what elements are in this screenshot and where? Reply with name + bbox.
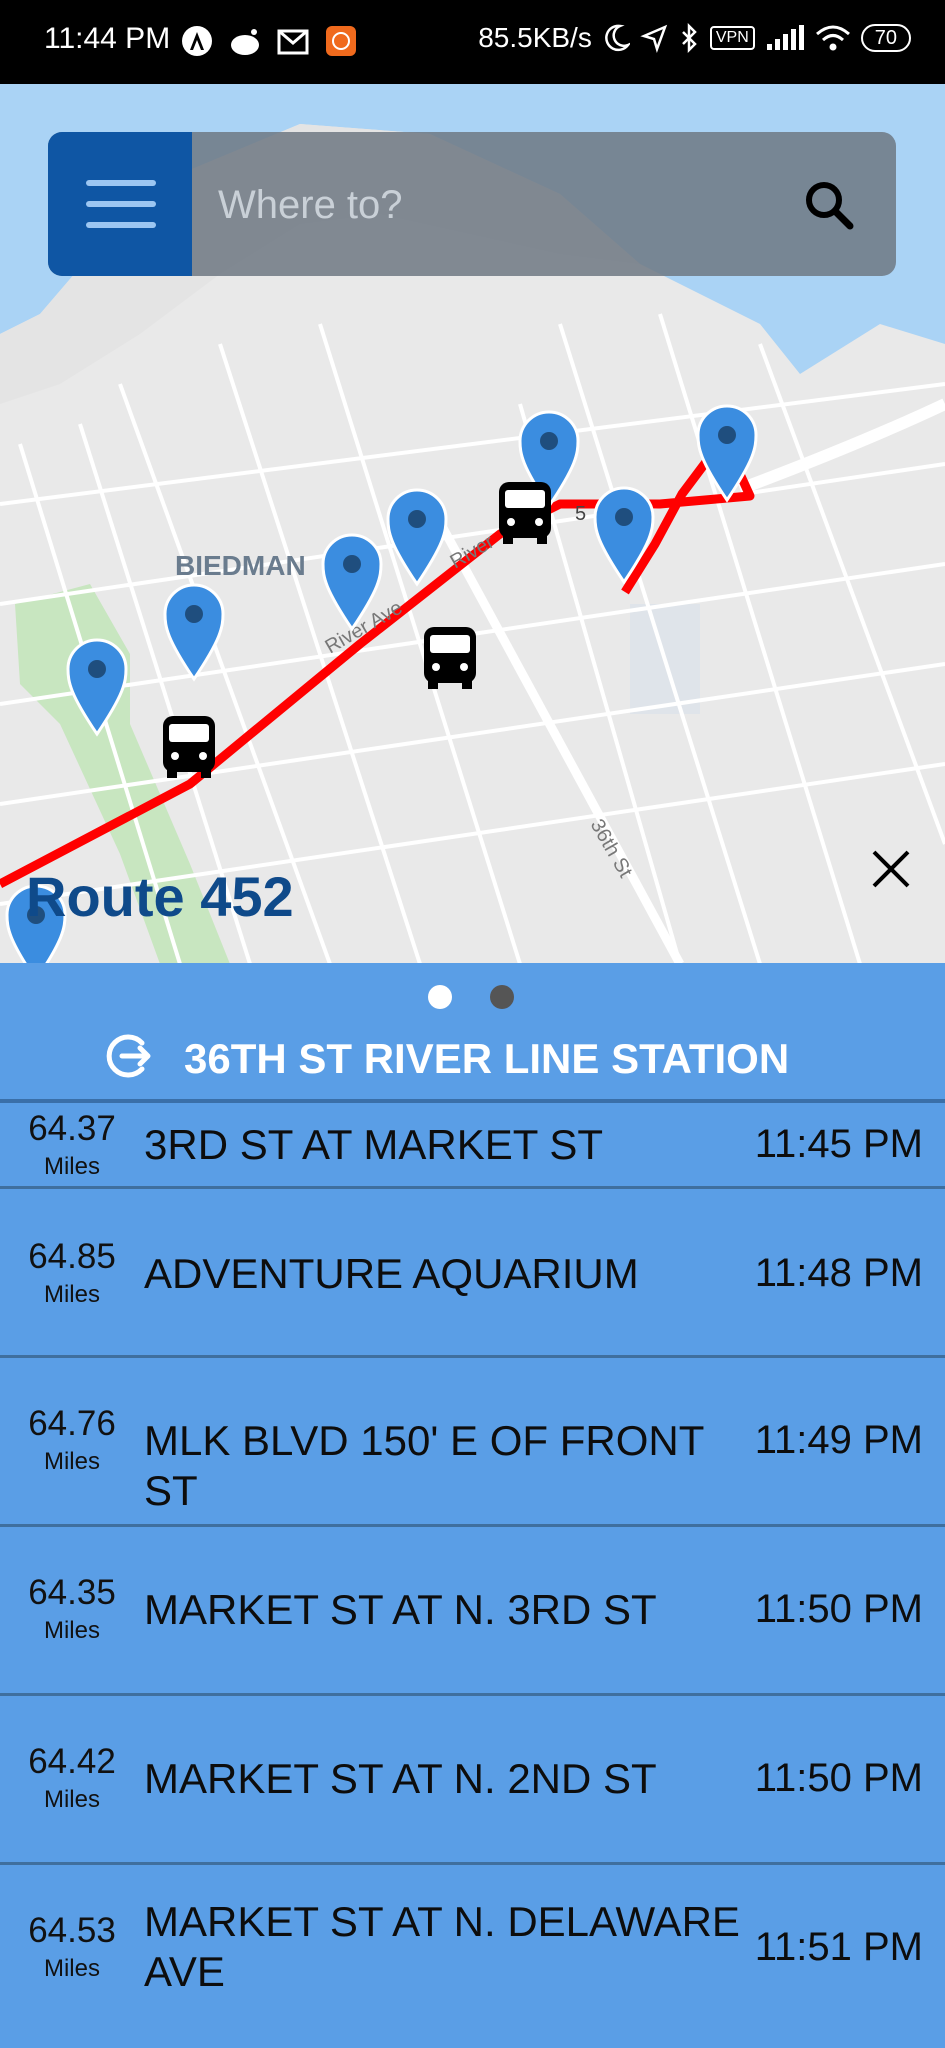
stop-time: 11:50 PM — [754, 1587, 923, 1631]
stop-name: MLK BLVD 150' E OF FRONT ST — [144, 1417, 704, 1514]
stop-time: 11:49 PM — [754, 1418, 923, 1462]
station-header: 36TH ST RIVER LINE STATION — [0, 1021, 945, 1101]
stop-distance-value: 64.85 — [28, 1237, 116, 1276]
stop-distance: 64.35 Miles — [0, 1573, 144, 1645]
list-item[interactable]: 64.42 Miles MARKET ST AT N. 2ND ST 11:50… — [0, 1696, 945, 1865]
stop-time: 11:50 PM — [754, 1756, 923, 1800]
battery-level: 70 — [874, 27, 897, 49]
stop-name: MARKET ST AT N. 2ND ST — [144, 1755, 657, 1802]
status-time: 11:44 PM — [44, 22, 171, 55]
list-item[interactable]: 64.76 Miles MLK BLVD 150' E OF FRONT ST … — [0, 1358, 945, 1527]
map-label-biedman: BIEDMAN — [175, 550, 306, 581]
stop-name: ADVENTURE AQUARIUM — [144, 1250, 639, 1297]
stop-distance-unit: Miles — [43, 1786, 100, 1813]
stop-time: 11:45 PM — [754, 1122, 923, 1166]
reddit-icon — [231, 29, 259, 55]
vpn-badge: VPN — [709, 26, 755, 50]
page-indicator — [0, 985, 945, 1015]
stop-distance-unit: Miles — [43, 1448, 100, 1475]
stop-name: MARKET ST AT N. 3RD ST — [144, 1586, 657, 1633]
page-dot-active[interactable] — [428, 985, 452, 1009]
list-item[interactable]: 64.35 Miles MARKET ST AT N. 3RD ST 11:50… — [0, 1527, 945, 1696]
mail-icon — [277, 29, 309, 55]
search-bar — [48, 132, 896, 276]
app-notification-icon — [182, 26, 212, 56]
route-title: Route 452 — [26, 865, 294, 928]
stop-distance: 64.53 Miles — [0, 1911, 144, 1983]
map-label-number: 5 — [575, 503, 586, 525]
road-main — [737, 398, 945, 495]
stop-distance-unit: Miles — [43, 1955, 100, 1982]
station-name: 36TH ST RIVER LINE STATION — [184, 1035, 790, 1082]
moon-icon — [604, 24, 630, 52]
stop-distance: 64.42 Miles — [0, 1742, 144, 1814]
status-right: 85.5KB/s VPN 70 — [478, 22, 911, 54]
app-orange-icon — [326, 26, 356, 56]
network-speed: 85.5KB/s — [478, 22, 592, 53]
bluetooth-icon — [681, 23, 697, 53]
stop-distance-unit: Miles — [43, 1281, 100, 1308]
stop-distance: 64.76 Miles — [0, 1404, 144, 1476]
stop-distance-value: 64.76 — [28, 1404, 116, 1443]
stop-distance-value: 64.53 — [28, 1911, 116, 1950]
status-bar: 11:44 PM 85.5KB/s VPN 70 — [0, 0, 945, 84]
stop-distance: 64.37 Miles — [0, 1109, 144, 1181]
page-dot[interactable] — [490, 985, 514, 1009]
bus-icon[interactable] — [163, 716, 215, 778]
stop-name: 3RD ST AT MARKET ST — [144, 1121, 604, 1168]
search-input[interactable] — [216, 172, 820, 238]
bus-icon[interactable] — [499, 482, 551, 544]
close-icon[interactable] — [868, 846, 914, 892]
stop-distance-unit: Miles — [43, 1617, 100, 1644]
notification-icons — [180, 24, 358, 58]
battery-indicator: 70 — [860, 24, 911, 52]
location-arrow-icon — [640, 24, 668, 53]
stop-distance: 64.85 Miles — [0, 1237, 144, 1309]
search-icon[interactable] — [802, 178, 856, 232]
stops-panel: 36TH ST RIVER LINE STATION 64.37 Miles 3… — [0, 963, 945, 2048]
hamburger-icon-line — [86, 222, 156, 228]
stop-pin[interactable] — [163, 583, 225, 682]
bus-icon[interactable] — [424, 627, 476, 689]
signal-icon — [766, 25, 804, 50]
stop-distance-value: 64.37 — [28, 1109, 116, 1148]
list-item[interactable]: 64.53 Miles MARKET ST AT N. DELAWARE AVE… — [0, 1865, 945, 2031]
stop-distance-value: 64.42 — [28, 1742, 116, 1781]
hamburger-icon-line — [86, 180, 156, 186]
map-label-36th-st: 36th St — [586, 816, 637, 882]
list-item[interactable]: 64.37 Miles 3RD ST AT MARKET ST 11:45 PM — [0, 1103, 945, 1189]
stop-time: 11:48 PM — [754, 1251, 923, 1295]
stop-distance-value: 64.35 — [28, 1573, 116, 1612]
stop-name: MARKET ST AT N. DELAWARE AVE — [144, 1898, 740, 1995]
exit-icon — [106, 1034, 151, 1078]
list-item[interactable]: 64.85 Miles ADVENTURE AQUARIUM 11:48 PM — [0, 1189, 945, 1358]
stop-distance-unit: Miles — [43, 1153, 100, 1180]
stop-time: 11:51 PM — [754, 1925, 923, 1969]
wifi-icon — [815, 25, 850, 51]
menu-button[interactable] — [48, 132, 192, 276]
hamburger-icon-line — [86, 201, 156, 207]
